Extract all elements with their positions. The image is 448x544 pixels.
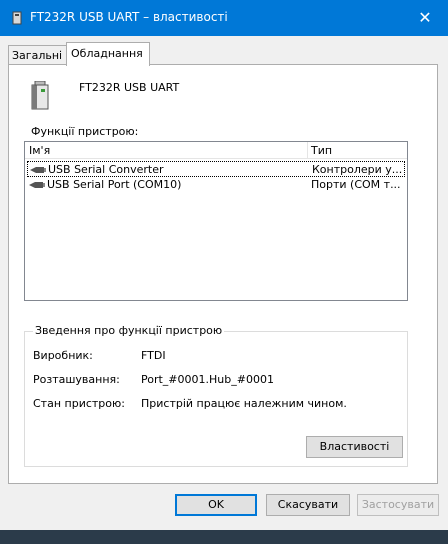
device-name: FT232R USB UART xyxy=(79,81,180,94)
close-icon[interactable]: ✕ xyxy=(402,0,448,36)
location-label: Розташування: xyxy=(33,373,120,386)
functions-label: Функції пристрою: xyxy=(31,125,139,138)
properties-button[interactable]: Властивості xyxy=(306,436,403,458)
manufacturer-value: FTDI xyxy=(141,349,166,362)
title-bar: FT232R USB UART – властивості ✕ xyxy=(0,0,448,36)
device-functions-list[interactable]: Ім'я Тип USB Serial Converter Контролери… xyxy=(24,141,408,301)
list-item-type: Порти (COM т... xyxy=(311,178,401,191)
status-label: Стан пристрою: xyxy=(33,397,125,410)
location-value: Port_#0001.Hub_#0001 xyxy=(141,373,274,386)
list-item-name: USB Serial Converter xyxy=(48,163,164,176)
window-title: FT232R USB UART – властивості xyxy=(30,10,228,24)
tab-general[interactable]: Загальні xyxy=(8,45,67,64)
list-item-name: USB Serial Port (COM10) xyxy=(47,178,182,191)
hardware-panel: FT232R USB UART Функції пристрою: Ім'я Т… xyxy=(8,64,438,484)
usb-plug-icon xyxy=(29,182,45,188)
apply-button[interactable]: Застосувати xyxy=(357,494,439,516)
column-header-name[interactable]: Ім'я xyxy=(29,144,50,157)
column-separator[interactable] xyxy=(307,142,308,158)
list-header: Ім'я Тип xyxy=(25,142,407,159)
cancel-button[interactable]: Скасувати xyxy=(266,494,350,516)
device-large-icon xyxy=(31,81,49,110)
tab-hardware[interactable]: Обладнання xyxy=(66,42,150,66)
manufacturer-label: Виробник: xyxy=(33,349,93,362)
status-value: Пристрій працює належним чином. xyxy=(141,397,347,410)
usb-plug-icon xyxy=(30,167,46,173)
group-title: Зведення про функції пристрою xyxy=(33,324,225,337)
column-header-type[interactable]: Тип xyxy=(311,144,332,157)
list-item-type: Контролери у... xyxy=(312,163,403,176)
device-icon xyxy=(12,11,22,25)
ok-button[interactable]: OK xyxy=(175,494,257,516)
list-item-usb-serial-port[interactable]: USB Serial Port (COM10) Порти (COM т... xyxy=(27,177,405,193)
taskbar xyxy=(0,530,448,544)
list-item-usb-serial-converter[interactable]: USB Serial Converter Контролери у... xyxy=(27,161,405,177)
